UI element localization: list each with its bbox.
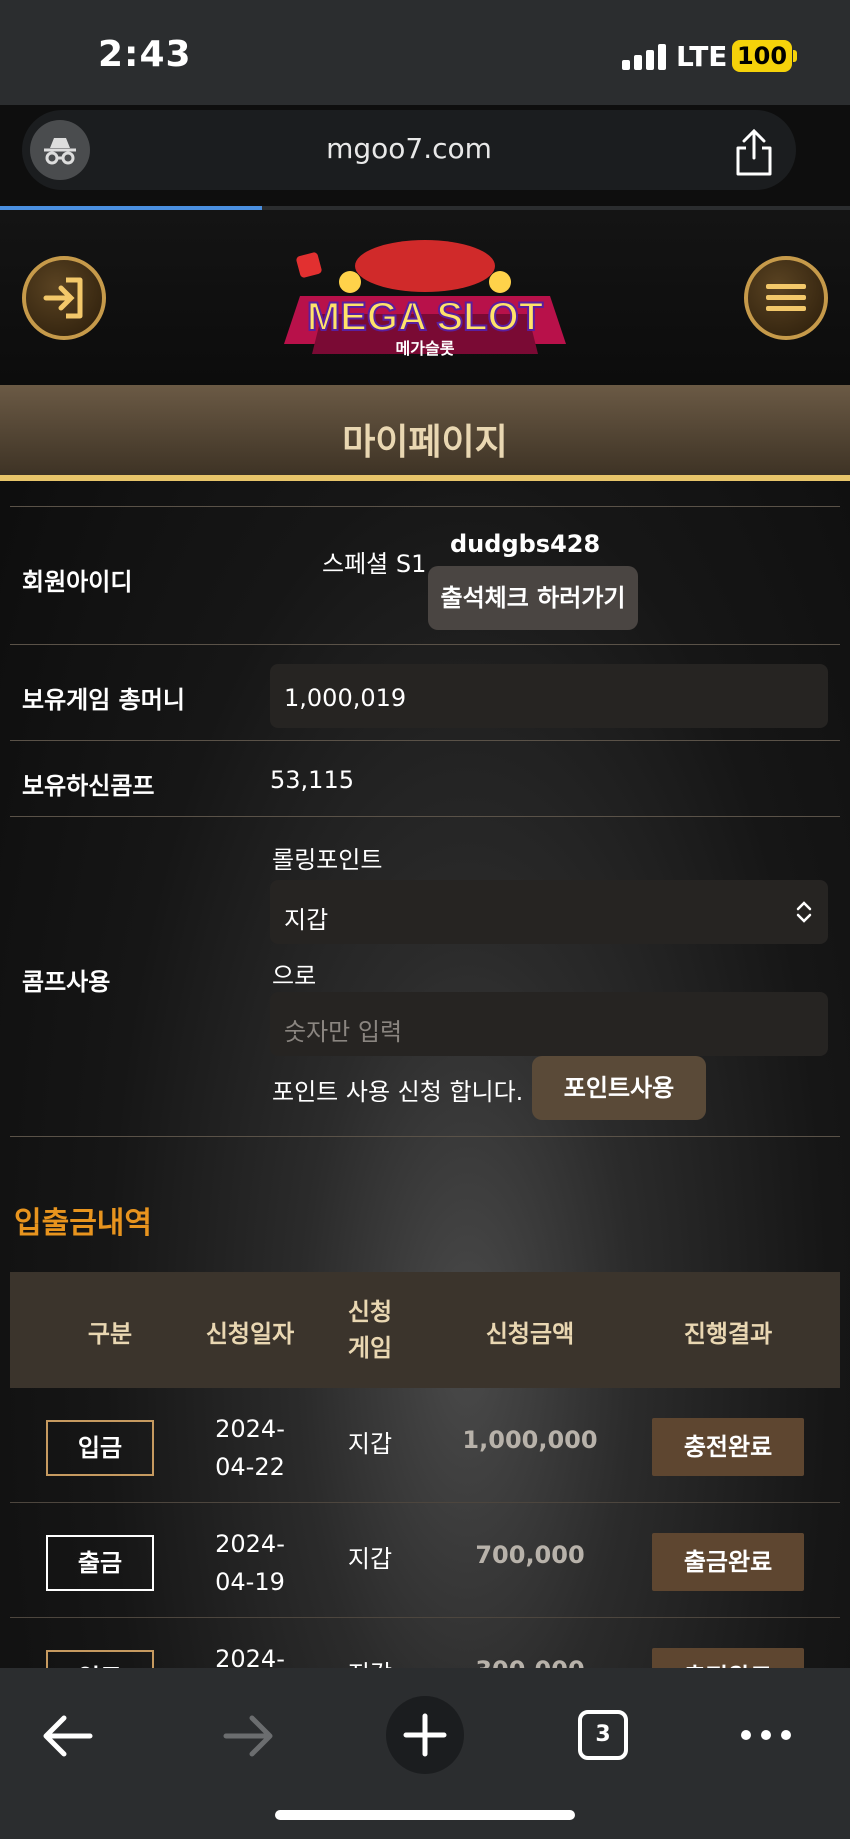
svg-text:메가슬롯: 메가슬롯 <box>396 339 455 358</box>
request-text: 포인트 사용 신청 합니다. <box>272 1078 524 1106</box>
signal-icon <box>622 44 666 70</box>
to-text: 으로 <box>272 962 317 990</box>
status-time: 2:43 <box>98 34 192 75</box>
site-logo[interactable]: MEGA SLOT 메가슬롯 <box>270 226 580 376</box>
result-badge: 출금완료 <box>652 1533 804 1591</box>
divider <box>10 506 840 507</box>
divider <box>10 740 840 741</box>
forward-arrow-icon[interactable] <box>220 1712 276 1760</box>
comp-value: 53,115 <box>270 766 354 794</box>
divider <box>10 644 840 645</box>
request-amount: 300,000 <box>450 1656 610 1668</box>
username: dudgbs428 <box>450 530 601 558</box>
total-money-label: 보유게임 총머니 <box>22 686 185 714</box>
share-icon[interactable] <box>732 128 776 178</box>
svg-text:MEGA SLOT: MEGA SLOT <box>307 295 543 339</box>
battery-icon: 100 <box>732 40 792 72</box>
menu-button[interactable] <box>744 256 828 340</box>
use-point-button[interactable]: 포인트사용 <box>532 1056 706 1120</box>
history-section-title: 입출금내역 <box>14 1206 152 1241</box>
column-header: 신청 게임 <box>347 1298 393 1362</box>
wallet-select-value: 지갑 <box>284 906 329 934</box>
status-bar: 2:43 LTE 100 <box>0 0 850 105</box>
table-row: 입금 2024- 04-22 지갑 1,000,000 충전완료 <box>10 1388 840 1503</box>
address-bar[interactable]: mgoo7.com <box>22 110 796 190</box>
home-indicator <box>275 1810 575 1820</box>
attendance-check-button[interactable]: 출석체크 하러가기 <box>428 566 638 630</box>
request-game: 지갑 <box>347 1545 393 1573</box>
request-date: 2024- 04-1 <box>215 1645 285 1668</box>
divider <box>10 816 840 817</box>
tabs-button[interactable]: 3 <box>578 1710 628 1760</box>
type-badge: 입금 <box>46 1650 154 1668</box>
divider <box>10 1136 840 1137</box>
network-label: LTE <box>676 40 728 73</box>
site-header: MEGA SLOT 메가슬롯 <box>0 210 850 385</box>
new-tab-button[interactable] <box>386 1696 464 1774</box>
hamburger-icon <box>766 284 806 311</box>
result-badge: 충전완료 <box>652 1418 804 1476</box>
use-comp-label: 콤프사용 <box>22 968 111 996</box>
page-title: 마이페이지 <box>342 422 508 463</box>
login-button[interactable] <box>22 256 106 340</box>
amount-input[interactable]: 숫자만 입력 <box>270 992 828 1056</box>
request-date: 2024- 04-22 <box>215 1415 285 1481</box>
column-header: 신청일자 <box>205 1320 295 1348</box>
column-header: 진행결과 <box>683 1320 773 1348</box>
table-row: 출금 2024- 04-19 지갑 700,000 출금완료 <box>10 1503 840 1618</box>
comp-label: 보유하신콤프 <box>22 772 155 800</box>
webpage: MEGA SLOT 메가슬롯 마이페이지 회원아이디 스페셜 S1 dudgbs… <box>0 210 850 1668</box>
table-row: 입금 2024- 04-1 지갑 300,000 충전완료 <box>10 1618 840 1668</box>
rolling-point-label: 롤링포인트 <box>272 846 383 874</box>
url-text: mgoo7.com <box>326 132 492 165</box>
back-arrow-icon[interactable] <box>40 1712 96 1760</box>
member-level: 스페셜 S1 <box>322 550 427 578</box>
column-header: 신청금액 <box>485 1320 575 1348</box>
more-icon[interactable] <box>738 1726 794 1744</box>
page-title-bar: 마이페이지 <box>0 385 850 481</box>
result-badge: 충전완료 <box>652 1648 804 1668</box>
total-money-field: 1,000,019 <box>270 664 828 728</box>
select-chevron-icon <box>796 901 812 923</box>
history-table-header: 구분 신청일자 신청 게임 신청금액 진행결과 <box>10 1272 840 1388</box>
request-game: 지갑 <box>347 1430 393 1458</box>
login-icon <box>43 277 83 319</box>
request-game: 지갑 <box>340 1654 400 1668</box>
request-date: 2024- 04-19 <box>215 1530 285 1596</box>
request-amount: 700,000 <box>475 1541 585 1569</box>
column-header: 구분 <box>87 1320 133 1348</box>
battery-nub <box>793 50 797 62</box>
plus-icon <box>403 1713 447 1757</box>
type-badge: 입금 <box>46 1420 154 1476</box>
request-amount: 1,000,000 <box>462 1426 598 1454</box>
wallet-select[interactable]: 지갑 <box>270 880 828 944</box>
type-badge: 출금 <box>46 1535 154 1591</box>
member-id-label: 회원아이디 <box>22 568 133 596</box>
